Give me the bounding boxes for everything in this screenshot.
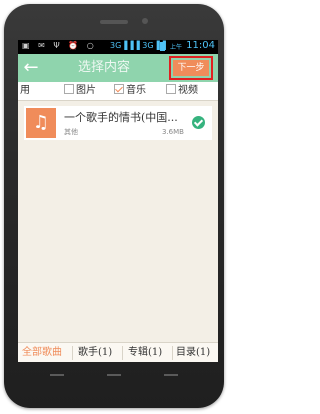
status-time: 11:04 (186, 40, 215, 51)
tab-artists[interactable]: 歌手(1) (78, 346, 112, 360)
signal-icon: 3G▐▐▐ 3G▐▐ (110, 41, 166, 50)
tab-apps-label: 用 (20, 85, 30, 96)
hardware-keys (4, 370, 224, 390)
checkbox-music[interactable] (114, 84, 124, 94)
phone-screen: ▣ ✉ Ψ ⏰ ○ 3G▐▐▐ 3G▐▐ 上午 11:04 ← 选择内容 下一步… (18, 40, 218, 362)
next-step-button[interactable]: 下一步 (173, 60, 209, 76)
tab-divider (172, 346, 173, 360)
front-camera (142, 18, 148, 24)
checkbox-images[interactable] (64, 84, 74, 94)
tab-music[interactable]: 音乐 (114, 84, 146, 98)
tab-images-label: 图片 (76, 85, 96, 96)
tab-albums[interactable]: 专辑(1) (128, 346, 162, 360)
menu-key-icon[interactable] (164, 374, 178, 386)
bottom-tabs: 全部歌曲 歌手(1) 专辑(1) 目录(1) (18, 342, 218, 362)
status-bar: ▣ ✉ Ψ ⏰ ○ 3G▐▐▐ 3G▐▐ 上午 11:04 (18, 40, 218, 54)
speaker-grille (100, 20, 128, 24)
tab-images[interactable]: 图片 (64, 84, 96, 98)
tab-apps[interactable]: 用 (20, 84, 30, 98)
checkbox-videos[interactable] (166, 84, 176, 94)
tab-videos[interactable]: 视频 (166, 84, 198, 98)
tab-all-songs[interactable]: 全部歌曲 (22, 346, 62, 360)
category-tabs: 用 图片 音乐 视频 (18, 82, 218, 101)
status-ampm: 上午 (170, 44, 183, 51)
battery-icon (160, 42, 165, 51)
back-key-icon[interactable] (50, 374, 64, 386)
selected-check-icon[interactable] (192, 116, 205, 129)
tab-divider (122, 346, 123, 360)
song-artist: 其他 (64, 128, 78, 136)
tab-divider (72, 346, 73, 360)
music-note-icon: ♫ (26, 108, 56, 138)
next-button-highlight: 下一步 (169, 56, 213, 80)
song-title: 一个歌手的情书(中国... (64, 111, 178, 124)
page-title: 选择内容 (78, 60, 131, 75)
status-notification-icons: ▣ ✉ Ψ ⏰ ○ (22, 41, 97, 50)
tab-music-label: 音乐 (126, 85, 146, 96)
back-arrow-icon[interactable]: ← (22, 57, 40, 79)
song-size: 3.6MB (162, 128, 184, 136)
title-bar: ← 选择内容 下一步 (18, 54, 218, 82)
tab-videos-label: 视频 (178, 85, 198, 96)
phone-frame: ▣ ✉ Ψ ⏰ ○ 3G▐▐▐ 3G▐▐ 上午 11:04 ← 选择内容 下一步… (4, 4, 224, 408)
list-item[interactable]: ♫ 一个歌手的情书(中国... 其他 3.6MB (24, 106, 212, 140)
home-key-icon[interactable] (107, 374, 121, 386)
tab-folders[interactable]: 目录(1) (176, 346, 210, 360)
